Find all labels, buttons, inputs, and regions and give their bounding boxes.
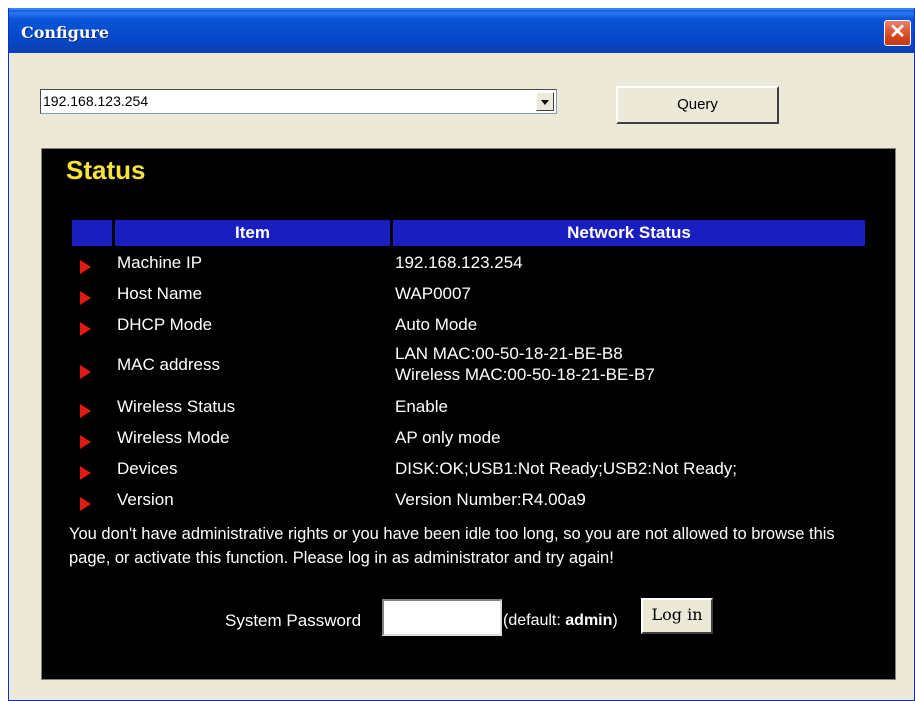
triangle-right-icon	[80, 497, 91, 511]
password-label: System Password	[225, 611, 362, 630]
window-title: Configure	[21, 23, 110, 42]
row-label: MAC address	[117, 355, 220, 374]
title-bar[interactable]: Configure ✕	[9, 8, 914, 53]
row-value: Enable	[395, 397, 448, 416]
triangle-right-icon	[80, 291, 91, 305]
status-panel: Status Item Network Status Machine IP 19…	[41, 148, 896, 680]
ip-address-select[interactable]: 192.168.123.254	[40, 89, 557, 114]
row-value: Version Number:R4.00a9	[395, 490, 586, 509]
triangle-right-icon	[80, 260, 91, 274]
query-button[interactable]: Query	[616, 86, 779, 124]
row-value: DISK:OK;USB1:Not Ready;USB2:Not Ready;	[395, 459, 738, 478]
close-icon: ✕	[889, 21, 906, 43]
row-value: LAN MAC:00-50-18-21-BE-B8	[395, 344, 623, 363]
row-label: DHCP Mode	[117, 315, 213, 334]
hint-suffix: )	[612, 612, 618, 629]
status-title: Status	[66, 155, 146, 185]
column-header-item: Item	[115, 220, 390, 246]
row-value: WAP0007	[395, 284, 471, 303]
default-password: admin	[565, 612, 613, 629]
row-value-secondary: Wireless MAC:00-50-18-21-BE-B7	[395, 365, 655, 384]
row-value: 192.168.123.254	[395, 253, 523, 272]
row-label: Version	[117, 490, 174, 509]
row-label: Wireless Status	[117, 397, 236, 416]
ip-address-value: 192.168.123.254	[43, 93, 149, 109]
access-denied-notice: You don't have administrative rights or …	[69, 525, 835, 567]
triangle-right-icon	[80, 435, 91, 449]
triangle-right-icon	[80, 404, 91, 418]
login-button[interactable]: Log in	[641, 598, 713, 634]
password-hint: (default: admin)	[503, 612, 618, 630]
row-value: AP only mode	[395, 428, 501, 447]
close-button[interactable]: ✕	[884, 20, 911, 46]
row-label: Machine IP	[117, 253, 203, 272]
row-value: Auto Mode	[395, 315, 478, 334]
client-area: 192.168.123.254 Query Status Item Networ…	[11, 53, 912, 696]
triangle-right-icon	[80, 365, 91, 379]
row-label: Host Name	[117, 284, 203, 303]
table-header-spacer	[72, 220, 112, 246]
row-label: Wireless Mode	[117, 428, 230, 447]
triangle-right-icon	[80, 466, 91, 480]
hint-prefix: (default:	[503, 612, 566, 629]
chevron-down-icon[interactable]	[536, 92, 554, 111]
row-label: Devices	[117, 459, 178, 478]
triangle-right-icon	[80, 322, 91, 336]
column-header-network-status: Network Status	[393, 220, 865, 246]
password-field[interactable]	[382, 599, 502, 636]
configure-window: Configure ✕ 192.168.123.254 Query Status…	[8, 8, 915, 701]
